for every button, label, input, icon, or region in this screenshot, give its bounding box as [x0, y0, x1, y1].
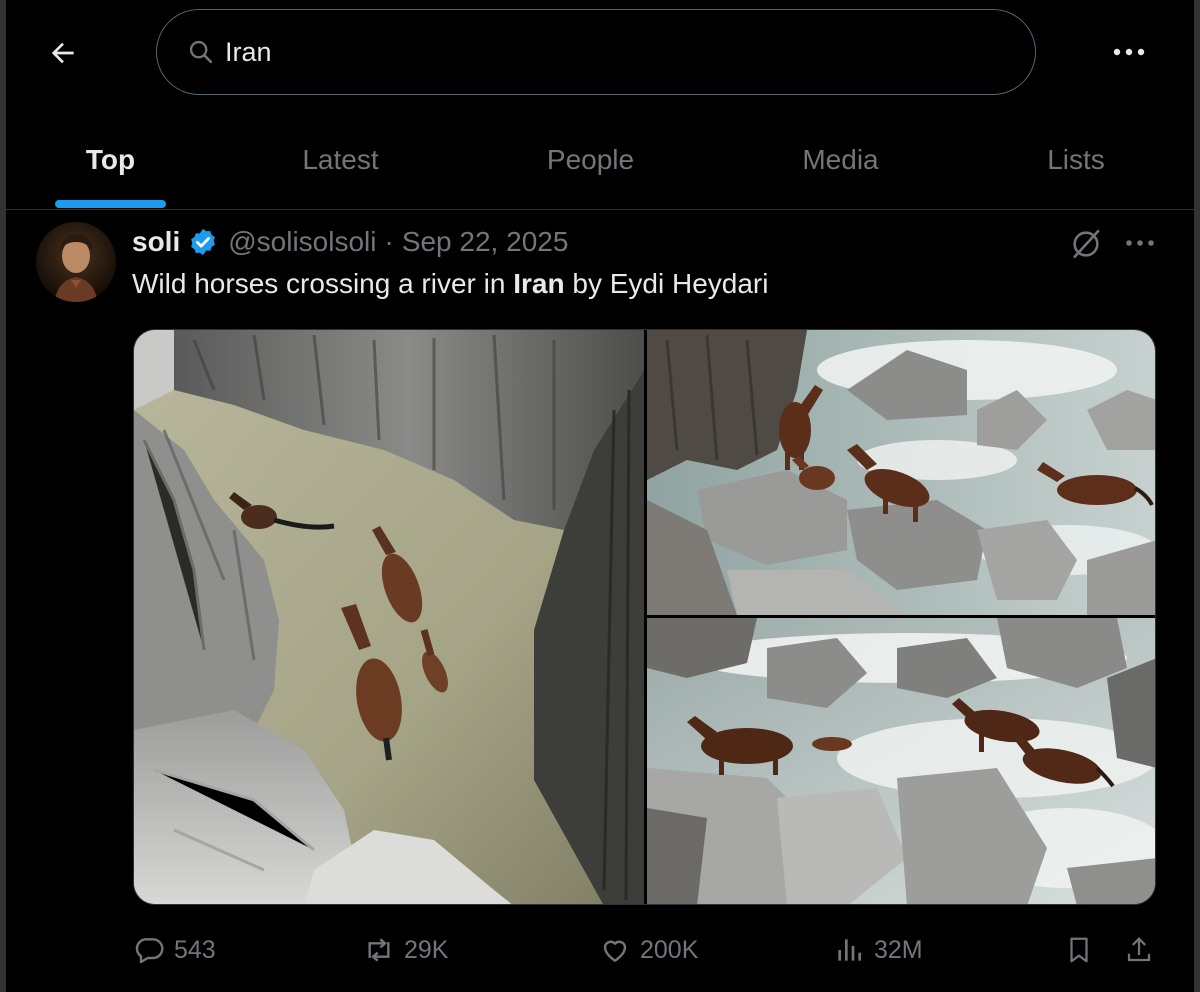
active-tab-indicator [55, 200, 166, 208]
search-icon [187, 38, 215, 66]
media-photo-rapids-bottom[interactable] [647, 618, 1155, 904]
media-photo-rapids-top[interactable] [647, 330, 1155, 615]
views-icon [832, 933, 866, 967]
reply-icon [132, 933, 166, 967]
like-button[interactable]: 200K [598, 925, 698, 975]
meta-separator: · [384, 226, 394, 257]
search-query: Iran [225, 36, 272, 67]
search-tabs: Top Latest People Media Lists [6, 110, 1194, 210]
tab-people[interactable]: People [518, 110, 663, 210]
post-text: Wild horses crossing a river in Iran by … [132, 268, 768, 300]
share-icon [1122, 933, 1156, 967]
post-more-button[interactable] [1120, 226, 1160, 260]
verified-badge-icon [191, 228, 216, 256]
repost-icon [362, 933, 396, 967]
more-options-button[interactable] [1106, 32, 1152, 72]
grok-button[interactable] [1066, 224, 1106, 264]
post-header: soli @solisolsoli · Sep 22, 2025 [132, 224, 568, 260]
post-text-highlight: Iran [513, 268, 565, 299]
avatar[interactable] [36, 222, 116, 302]
window-frame-right [1194, 0, 1200, 992]
views-button[interactable]: 32M [832, 925, 923, 975]
back-button[interactable] [40, 30, 86, 76]
tab-latest[interactable]: Latest [268, 110, 413, 210]
author-name[interactable]: soli [132, 226, 180, 258]
repost-button[interactable]: 29K [362, 925, 448, 975]
post-actions: 543 29K 200K 32M [132, 925, 1162, 975]
media-photo-canyon[interactable] [134, 330, 644, 904]
post-text-before: Wild horses crossing a river in [132, 268, 514, 299]
search-header: Iran Top Latest People Media Lists [6, 0, 1194, 210]
views-count: 32M [874, 935, 923, 964]
tab-lists[interactable]: Lists [1006, 110, 1146, 210]
post-text-after: by Eydi Heydari [564, 268, 769, 299]
reply-button[interactable]: 543 [132, 925, 216, 975]
heart-icon [598, 933, 632, 967]
repost-count: 29K [404, 935, 449, 964]
bookmark-button[interactable] [1062, 925, 1104, 975]
more-horizontal-icon [1126, 240, 1154, 246]
more-horizontal-icon [1113, 48, 1145, 56]
author-handle[interactable]: @solisolsoli [228, 226, 376, 258]
post[interactable]: soli @solisolsoli · Sep 22, 2025 Wild ho… [6, 210, 1194, 992]
post-media-grid [133, 329, 1156, 905]
search-input[interactable]: Iran [156, 9, 1036, 95]
tab-top[interactable]: Top [55, 110, 166, 210]
like-count: 200K [640, 935, 699, 964]
grok-icon [1073, 229, 1100, 259]
post-date[interactable]: Sep 22, 2025 [402, 226, 569, 258]
reply-count: 543 [174, 935, 216, 964]
tab-media[interactable]: Media [768, 110, 913, 210]
share-button[interactable] [1122, 925, 1164, 975]
bookmark-icon [1062, 933, 1096, 967]
arrow-left-icon [51, 42, 74, 64]
